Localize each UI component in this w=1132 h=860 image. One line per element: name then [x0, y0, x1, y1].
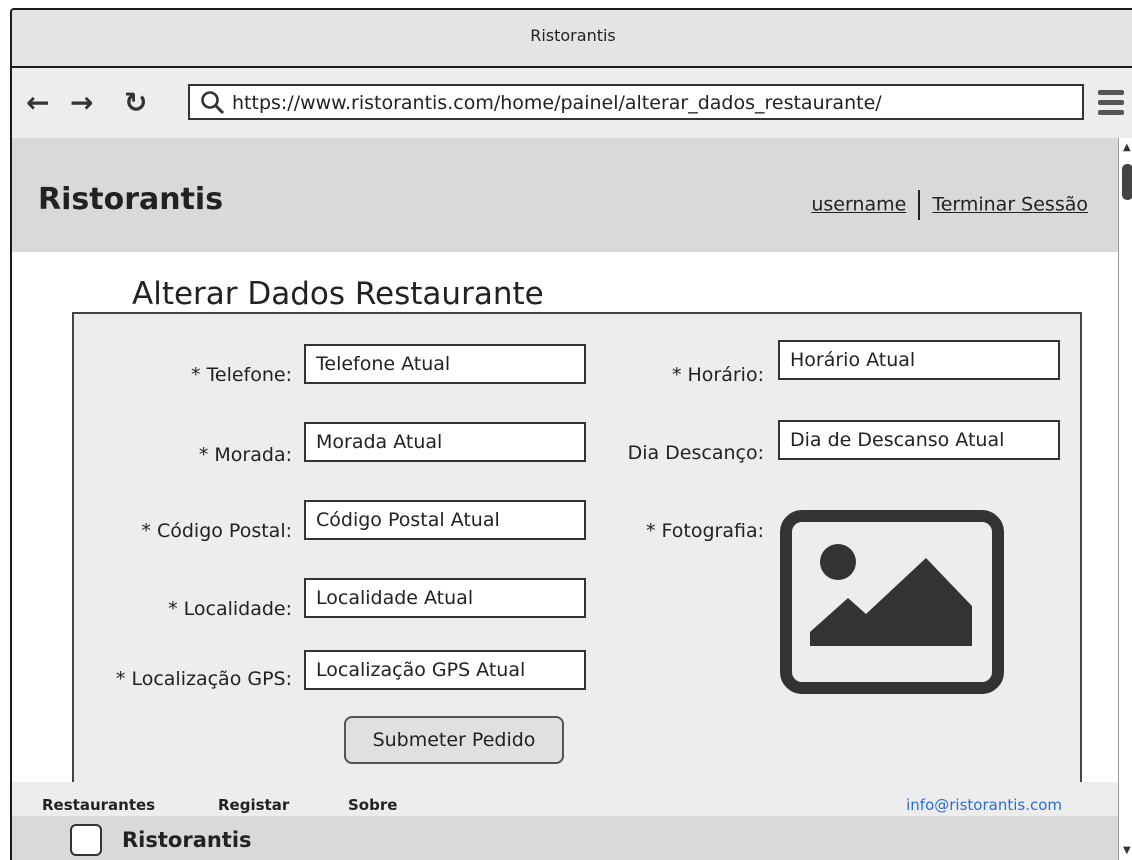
browser-toolbar: ← → ↻ https://www.ristorantis.com/home/p… — [12, 68, 1132, 138]
horario-input[interactable] — [778, 340, 1060, 380]
image-placeholder-icon[interactable] — [780, 510, 1010, 695]
codigo-postal-label: * Código Postal: — [141, 520, 292, 542]
arrow-right-icon[interactable]: → — [70, 86, 93, 120]
reload-icon[interactable]: ↻ — [124, 86, 147, 120]
footer-link-registar[interactable]: Registar — [218, 796, 289, 814]
vertical-scrollbar[interactable]: ▲ ▼ — [1118, 138, 1132, 860]
logout-link[interactable]: Terminar Sessão — [932, 194, 1088, 216]
horario-label: * Horário: — [671, 364, 764, 386]
localidade-label: * Localidade: — [168, 598, 292, 620]
edit-restaurant-form: * Telefone: * Morada: * Código Postal: *… — [72, 312, 1082, 822]
arrow-left-icon[interactable]: ← — [26, 86, 49, 120]
fotografia-label: * Fotografia: — [645, 520, 764, 542]
username-link[interactable]: username — [811, 194, 906, 216]
morada-label: * Morada: — [198, 444, 292, 466]
localidade-input[interactable] — [304, 578, 586, 618]
scroll-up-icon[interactable]: ▲ — [1123, 142, 1131, 153]
page-title: Alterar Dados Restaurante — [132, 276, 544, 312]
footer-link-restaurantes[interactable]: Restaurantes — [42, 796, 155, 814]
address-url: https://www.ristorantis.com/home/painel/… — [232, 92, 882, 114]
scroll-thumb[interactable] — [1122, 164, 1132, 200]
menu-icon[interactable] — [1098, 90, 1124, 120]
logo-box-icon — [70, 824, 102, 856]
footer-brand-bar: Ristorantis — [12, 816, 1118, 860]
footer-email-link[interactable]: info@ristorantis.com — [906, 796, 1062, 814]
site-logo: Ristorantis — [38, 182, 224, 217]
site-footer: Restaurantes Registar Sobre info@ristora… — [12, 782, 1118, 816]
submit-button[interactable]: Submeter Pedido — [344, 716, 564, 764]
gps-label: * Localização GPS: — [115, 668, 292, 690]
window-titlebar: Ristorantis — [12, 10, 1132, 68]
search-icon — [201, 91, 225, 115]
window-title: Ristorantis — [530, 26, 616, 45]
address-bar[interactable]: https://www.ristorantis.com/home/painel/… — [188, 84, 1084, 120]
telefone-label: * Telefone: — [190, 364, 292, 386]
divider — [918, 190, 921, 220]
footer-link-sobre[interactable]: Sobre — [348, 796, 397, 814]
descanso-label: Dia Descanço: — [627, 442, 764, 464]
descanso-input[interactable] — [778, 420, 1060, 460]
user-menu: username Terminar Sessão — [811, 190, 1088, 220]
gps-input[interactable] — [304, 650, 586, 690]
scroll-down-icon[interactable]: ▼ — [1123, 845, 1131, 856]
browser-window: Ristorantis ← → ↻ https://www.ristoranti… — [10, 8, 1132, 860]
footer-brand: Ristorantis — [122, 828, 252, 852]
site-header: Ristorantis username Terminar Sessão — [12, 138, 1118, 252]
